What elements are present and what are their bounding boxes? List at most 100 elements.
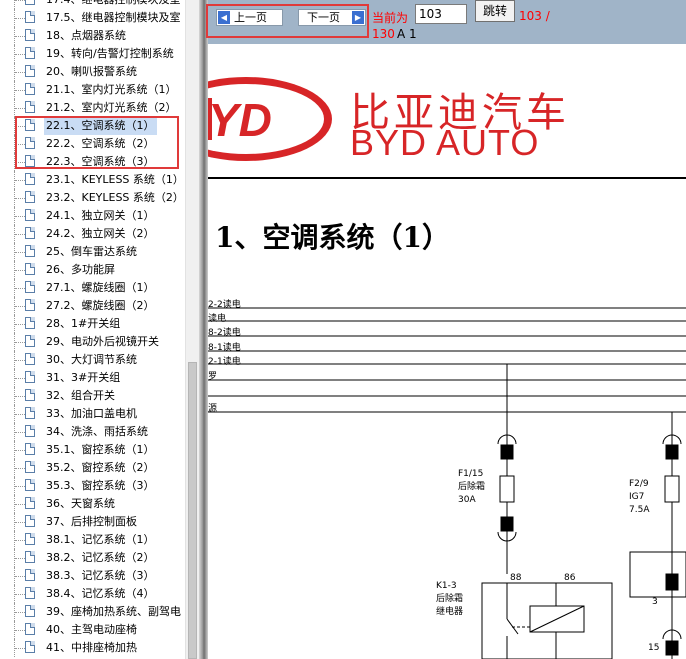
tree-connector xyxy=(15,324,25,325)
document-icon xyxy=(25,371,35,383)
tree-item[interactable]: 22.2、空调系统（2） xyxy=(0,135,185,153)
fuse-f2-name: IG7 xyxy=(629,492,645,502)
toc-tree-panel: 17.4、继电器控制模块及室 17.5、继电器控制模块及室 18、点烟器系统 19、转… xyxy=(0,0,199,659)
tree-item[interactable]: 35.2、窗控系统（2） xyxy=(0,459,185,477)
tree-connector xyxy=(15,378,25,379)
tree-item[interactable]: 22.1、空调系统（1） xyxy=(0,117,185,135)
wire-label: 8-2读电 xyxy=(208,328,241,338)
tree-item-label: 35.1、窗控系统（1） xyxy=(46,443,155,456)
tree-item[interactable]: 18、点烟器系统 xyxy=(0,27,185,45)
tree-item-label: 22.1、空调系统（1） xyxy=(44,117,157,135)
tree-item[interactable]: 37、后排控制面板 xyxy=(0,513,185,531)
document-icon xyxy=(25,209,35,221)
tree-item[interactable]: 23.2、KEYLESS 系统（2） xyxy=(0,189,185,207)
tree-item[interactable]: 38.3、记忆系统（3） xyxy=(0,567,185,585)
tree-item-label: 38.1、记忆系统（1） xyxy=(46,533,155,546)
tree-connector xyxy=(15,360,25,361)
tree-connector xyxy=(15,648,25,649)
tree-item[interactable]: 24.2、独立网关（2） xyxy=(0,225,185,243)
tree-item[interactable]: 32、组合开关 xyxy=(0,387,185,405)
fuse-f2-9 xyxy=(629,412,686,659)
document-icon xyxy=(25,137,35,149)
tree-item[interactable]: 19、转向/告警灯控制系统 xyxy=(0,45,185,63)
tree-item[interactable]: 31、3#开关组 xyxy=(0,369,185,387)
relay-label: K1-3 后除霜 继电器 xyxy=(436,580,463,619)
pin-3-label: 3 xyxy=(652,597,658,607)
tree-item-label: 38.2、记忆系统（2） xyxy=(46,551,155,564)
tree-item[interactable]: 23.1、KEYLESS 系统（1） xyxy=(0,171,185,189)
tree-item-label: 37、后排控制面板 xyxy=(46,515,137,528)
tree-item[interactable]: 33、加油口盖电机 xyxy=(0,405,185,423)
tree-connector xyxy=(15,54,25,55)
tree-item[interactable]: 17.4、继电器控制模块及室 xyxy=(0,0,185,9)
document-icon xyxy=(25,245,35,257)
tree-item[interactable]: 27.2、螺旋线圈（2） xyxy=(0,297,185,315)
tree-connector xyxy=(15,306,25,307)
toc-tree-list: 17.4、继电器控制模块及室 17.5、继电器控制模块及室 18、点烟器系统 19、转… xyxy=(0,0,185,657)
document-icon xyxy=(25,263,35,275)
tree-item[interactable]: 35.3、窗控系统（3） xyxy=(0,477,185,495)
tree-connector xyxy=(15,576,25,577)
tree-item[interactable]: 26、多功能屏 xyxy=(0,261,185,279)
document-title: 1、空调系统（1） xyxy=(215,221,450,254)
document-icon xyxy=(25,299,35,311)
tree-connector xyxy=(15,18,25,19)
tree-connector xyxy=(15,396,25,397)
document-icon xyxy=(25,641,35,653)
tree-item-label: 35.2、窗控系统（2） xyxy=(46,461,155,474)
page-number-input[interactable] xyxy=(415,4,467,24)
page-count-part1: 103 / xyxy=(519,9,550,23)
document-icon xyxy=(25,479,35,491)
tree-item[interactable]: 40、主驾电动座椅 xyxy=(0,621,185,639)
tree-item[interactable]: 28、1#开关组 xyxy=(0,315,185,333)
document-icon xyxy=(25,623,35,635)
tree-item[interactable]: 25、倒车雷达系统 xyxy=(0,243,185,261)
tree-item[interactable]: 38.1、记忆系统（1） xyxy=(0,531,185,549)
document-page: YD 比亚迪汽车 BYD AUTO 1、空调系统（1） 2-2读电 读电 8-2… xyxy=(208,44,686,659)
document-icon xyxy=(25,11,35,23)
tree-connector xyxy=(15,108,25,109)
document-icon xyxy=(25,173,35,185)
tree-item[interactable]: 22.3、空调系统（3） xyxy=(0,153,185,171)
go-button[interactable]: 跳转 xyxy=(475,0,515,22)
zoom-indicator: A 1 xyxy=(397,27,417,41)
tree-connector xyxy=(15,594,25,595)
tree-item[interactable]: 41、中排座椅加热 xyxy=(0,639,185,657)
tree-item[interactable]: 35.1、窗控系统（1） xyxy=(0,441,185,459)
tree-item[interactable]: 20、喇叭报警系统 xyxy=(0,63,185,81)
relay-pin-86: 86 xyxy=(564,573,576,583)
tree-item[interactable]: 38.4、记忆系统（4） xyxy=(0,585,185,603)
document-icon xyxy=(25,605,35,617)
tree-item[interactable]: 34、洗涤、雨括系统 xyxy=(0,423,185,441)
tree-item[interactable]: 24.1、独立网关（1） xyxy=(0,207,185,225)
tree-item[interactable]: 38.2、记忆系统（2） xyxy=(0,549,185,567)
panel-splitter[interactable] xyxy=(199,0,208,659)
tree-item[interactable]: 36、天窗系统 xyxy=(0,495,185,513)
relay-k1-3 xyxy=(481,582,613,659)
tree-connector xyxy=(15,72,25,73)
document-icon xyxy=(25,407,35,419)
tree-connector xyxy=(15,612,25,613)
tree-item-label: 26、多功能屏 xyxy=(46,263,115,276)
tree-item[interactable]: 21.2、室内灯光系统（2） xyxy=(0,99,185,117)
tree-item-label: 35.3、窗控系统（3） xyxy=(46,479,155,492)
fuse-f2-label: F2/9 IG7 7.5A xyxy=(629,478,649,517)
document-icon xyxy=(25,119,35,131)
tree-item[interactable]: 30、大灯调节系统 xyxy=(0,351,185,369)
tree-item[interactable]: 17.5、继电器控制模块及室 xyxy=(0,9,185,27)
document-icon xyxy=(25,389,35,401)
tree-item[interactable]: 29、电动外后视镜开关 xyxy=(0,333,185,351)
document-icon xyxy=(25,569,35,581)
tree-connector xyxy=(15,216,25,217)
tree-scrollbar-thumb[interactable] xyxy=(188,362,197,659)
document-icon xyxy=(25,335,35,347)
next-page-button[interactable]: 下一页 ▶ xyxy=(298,9,366,26)
tree-item[interactable]: 39、座椅加热系统、副驾电 xyxy=(0,603,185,621)
tree-item[interactable]: 27.1、螺旋线圈（1） xyxy=(0,279,185,297)
prev-page-button[interactable]: ◀ 上一页 xyxy=(216,9,283,26)
tree-connector xyxy=(15,36,25,37)
tree-item[interactable]: 21.1、室内灯光系统（1） xyxy=(0,81,185,99)
tree-scrollbar[interactable] xyxy=(185,0,199,659)
tree-item-label: 22.2、空调系统（2） xyxy=(46,137,155,150)
byd-logo-english-text: BYD AUTO xyxy=(350,122,540,163)
